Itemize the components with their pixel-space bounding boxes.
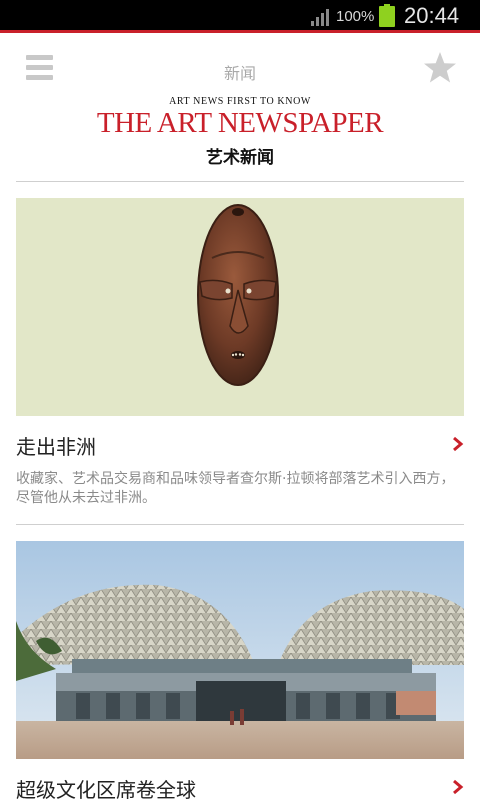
logo-tagline: ART NEWS FIRST TO KNOW	[169, 96, 311, 107]
signal-icon	[311, 9, 329, 26]
mask-illustration	[197, 204, 279, 386]
battery-percent: 100%	[336, 8, 375, 25]
article-summary: 收藏家、艺术品交易商和品味领导者查尔斯·拉顿将部落艺术引入西方，尽管他从未去过非…	[16, 471, 455, 506]
menu-icon[interactable]	[26, 55, 56, 81]
logo-title: THE ART NEWSPAPER	[96, 107, 384, 139]
article-title[interactable]: 走出非洲	[16, 431, 96, 460]
page-title: 新闻	[223, 64, 256, 83]
tribal-mask-image[interactable]	[16, 198, 464, 416]
battery-icon	[379, 4, 395, 27]
logo-subtitle-cn: 艺术新闻	[206, 148, 274, 168]
article-title[interactable]: 超级文化区席卷全球	[16, 774, 196, 800]
header-divider	[16, 181, 464, 182]
app-header: 新闻 ART NEWS FIRST TO KNOW THE ART NEWSPA…	[0, 33, 480, 181]
esplanade-building-image[interactable]	[16, 541, 464, 759]
article-card[interactable]: 超级文化区席卷全球	[16, 541, 464, 800]
esplanade-illustration	[16, 541, 464, 759]
article-divider	[16, 524, 464, 525]
article-card[interactable]: 走出非洲 收藏家、艺术品交易商和品味领导者查尔斯·拉顿将部落艺术引入西方，尽管他…	[16, 198, 464, 528]
chevron-right-icon[interactable]	[452, 436, 464, 452]
star-icon[interactable]	[422, 51, 458, 85]
status-bar: 100% 20:44	[0, 0, 480, 33]
clock: 20:44	[404, 3, 460, 28]
chevron-right-icon[interactable]	[452, 779, 464, 795]
